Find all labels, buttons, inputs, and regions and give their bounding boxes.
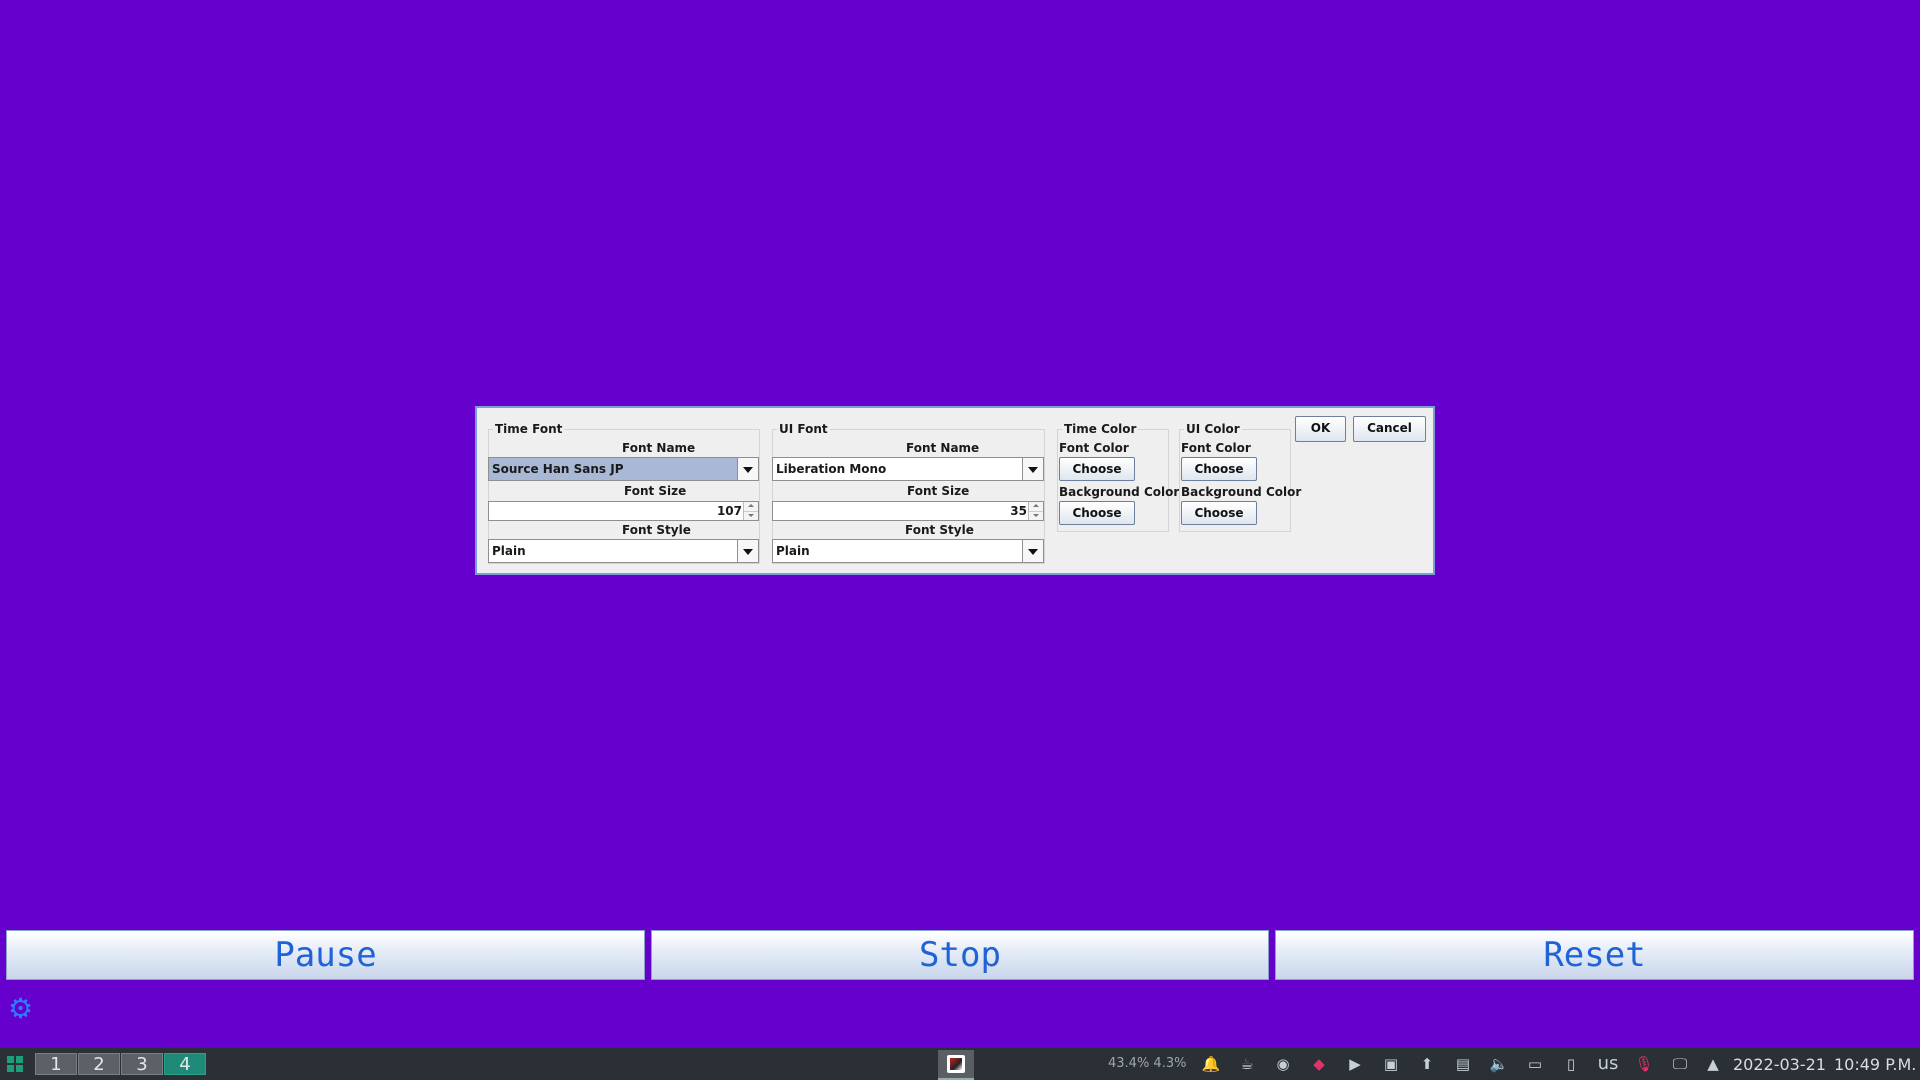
time-background-color-label: Background Color — [1059, 485, 1180, 499]
desktop-1[interactable]: 1 — [35, 1053, 77, 1075]
task-app-button[interactable] — [938, 1050, 974, 1080]
time-color-title: Time Color — [1062, 422, 1139, 436]
cancel-button[interactable]: Cancel — [1353, 416, 1426, 442]
app-menu-icon[interactable] — [7, 1056, 23, 1072]
time-font-style-value: Plain — [492, 544, 526, 558]
time-font-color-label: Font Color — [1059, 441, 1129, 455]
time-font-style-label: Font Style — [622, 523, 691, 537]
time-font-size-spinner[interactable]: 107 — [488, 501, 759, 521]
ui-background-color-label: Background Color — [1181, 485, 1302, 499]
jetbrains-toolbox-icon[interactable]: ◆ — [1309, 1053, 1329, 1075]
font-color-settings-dialog: Time Font Font Name Source Han Sans JP F… — [475, 406, 1435, 575]
media-play-icon[interactable]: ▶ — [1345, 1053, 1365, 1075]
microphone-icon[interactable]: 🎙 — [1634, 1053, 1654, 1075]
desktop-4[interactable]: 4 — [164, 1053, 206, 1075]
clock[interactable]: 10:49 P.M. — [1834, 1055, 1916, 1074]
ui-font-size-value: 35 — [1010, 504, 1027, 518]
spinner-arrows — [743, 502, 758, 520]
time-font-name-label: Font Name — [622, 441, 696, 455]
chevron-down-icon[interactable] — [737, 540, 758, 562]
alarm-icon[interactable]: 🔔 — [1201, 1053, 1221, 1075]
time-font-size-label: Font Size — [624, 484, 687, 498]
tray-expand-icon[interactable]: ▲ — [1703, 1053, 1723, 1075]
date[interactable]: 2022-03-21 — [1733, 1055, 1826, 1074]
ui-font-color-label: Font Color — [1181, 441, 1251, 455]
volume-icon[interactable]: 🔈 — [1489, 1053, 1509, 1075]
clipboard-icon[interactable]: ▤ — [1453, 1053, 1473, 1075]
chevron-down-icon[interactable] — [737, 458, 758, 480]
time-font-style-combo[interactable]: Plain — [488, 539, 759, 563]
spinner-down-icon[interactable] — [1029, 511, 1043, 520]
time-font-title: Time Font — [493, 422, 565, 436]
time-font-name-value: Source Han Sans JP — [489, 458, 738, 480]
ui-font-color-choose-button[interactable]: Choose — [1181, 457, 1257, 481]
display-icon[interactable]: 🖵 — [1670, 1053, 1690, 1075]
time-font-name-combo[interactable]: Source Han Sans JP — [488, 457, 759, 481]
time-font-size-value: 107 — [716, 504, 742, 518]
nvidia-icon[interactable]: ▣ — [1381, 1053, 1401, 1075]
ok-button[interactable]: OK — [1295, 416, 1346, 442]
desktop-2[interactable]: 2 — [78, 1053, 120, 1075]
updates-icon[interactable]: ⬆ — [1417, 1053, 1437, 1075]
ui-font-size-spinner[interactable]: 35 — [772, 501, 1044, 521]
ui-font-title: UI Font — [777, 422, 830, 436]
chevron-down-icon[interactable] — [1022, 540, 1043, 562]
pause-button[interactable]: Pause — [6, 930, 645, 980]
battery-icon[interactable]: ▭ — [1525, 1053, 1545, 1075]
time-font-color-choose-button[interactable]: Choose — [1059, 457, 1135, 481]
ui-font-name-combo[interactable]: Liberation Mono — [772, 457, 1044, 481]
device-icon[interactable]: ▯ — [1561, 1053, 1581, 1075]
gear-icon[interactable]: ⚙ — [8, 995, 34, 1023]
stop-button[interactable]: Stop — [651, 930, 1269, 980]
coffee-icon[interactable]: ☕ — [1237, 1053, 1257, 1075]
spinner-arrows — [1028, 502, 1043, 520]
ui-font-style-combo[interactable]: Plain — [772, 539, 1044, 563]
ui-color-title: UI Color — [1184, 422, 1242, 436]
taskbar: 1 2 3 4 43.4% 4.3% 🔔 ☕ ◉ ◆ ▶ ▣ ⬆ ▤ 🔈 ▭ ▯… — [0, 1048, 1920, 1080]
ui-font-name-value: Liberation Mono — [776, 462, 887, 476]
spinner-down-icon[interactable] — [744, 511, 758, 520]
java-app-icon — [947, 1055, 965, 1073]
time-background-color-choose-button[interactable]: Choose — [1059, 501, 1135, 525]
ui-font-size-label: Font Size — [907, 484, 970, 498]
ui-font-style-label: Font Style — [905, 523, 974, 537]
ui-font-style-value: Plain — [776, 544, 810, 558]
ui-font-name-label: Font Name — [906, 441, 980, 455]
ui-background-color-choose-button[interactable]: Choose — [1181, 501, 1257, 525]
keyboard-layout[interactable]: us — [1594, 1053, 1622, 1075]
cpu-usage: 43.4% 4.3% — [1108, 1056, 1187, 1071]
discord-icon[interactable]: ◉ — [1273, 1053, 1293, 1075]
chevron-down-icon[interactable] — [1022, 458, 1043, 480]
desktop-3[interactable]: 3 — [121, 1053, 163, 1075]
reset-button[interactable]: Reset — [1275, 930, 1914, 980]
